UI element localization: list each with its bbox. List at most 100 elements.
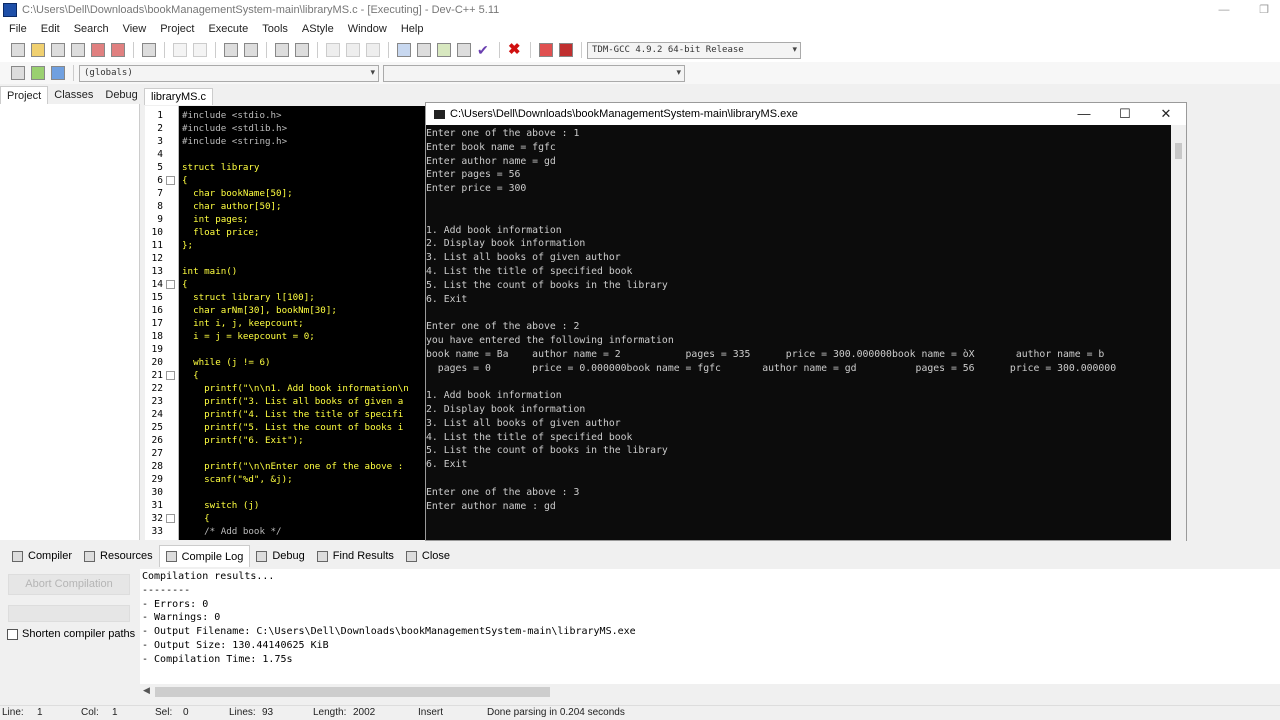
tab-find-results[interactable]: Find Results xyxy=(311,545,400,567)
menu-window[interactable]: Window xyxy=(341,23,394,35)
abort-compilation-button[interactable]: Abort Compilation xyxy=(8,574,130,595)
menu-execute[interactable]: Execute xyxy=(201,23,255,35)
undo-icon[interactable] xyxy=(173,43,187,57)
code-line[interactable]: printf("\n\n1. Add book information\n xyxy=(182,382,409,395)
fold-marker-icon[interactable] xyxy=(166,280,175,289)
code-line[interactable]: #include <string.h> xyxy=(182,135,287,148)
code-line[interactable]: char bookName[50]; xyxy=(182,187,293,200)
rebuild-all-icon[interactable] xyxy=(457,43,471,57)
run-icon[interactable] xyxy=(417,43,431,57)
maximize-icon[interactable]: ❐ xyxy=(1250,0,1278,20)
fold-marker-icon[interactable] xyxy=(166,371,175,380)
compile-log-scrollbar[interactable]: ◀ xyxy=(140,684,1280,700)
shorten-paths-option[interactable]: Shorten compiler paths xyxy=(7,628,135,640)
menu-view[interactable]: View xyxy=(116,23,154,35)
code-line[interactable]: struct library xyxy=(182,161,259,174)
line-number-gutter: 1 2 3 4 5 6 7 8 9 10 11 12 13 14 15 16 17 18 19 20 21 22 23 24 2… xyxy=(145,106,179,540)
code-line[interactable]: /* Add book */ xyxy=(182,525,281,538)
code-line[interactable]: { xyxy=(182,278,188,291)
code-line[interactable]: i = j = keepcount = 0; xyxy=(182,330,315,343)
fold-marker-icon[interactable] xyxy=(166,514,175,523)
code-line[interactable]: while (j != 6) xyxy=(182,356,270,369)
code-line[interactable]: switch (j) xyxy=(182,499,259,512)
members-select[interactable] xyxy=(383,64,685,82)
code-line[interactable]: printf("6. Exit"); xyxy=(182,434,304,447)
redo-icon[interactable] xyxy=(193,43,207,57)
code-line[interactable]: }; xyxy=(182,239,193,252)
unindent-icon[interactable] xyxy=(346,43,360,57)
open-file-icon[interactable] xyxy=(31,43,45,57)
compiler-select[interactable]: TDM-GCC 4.9.2 64-bit Release xyxy=(587,41,801,59)
check-syntax-icon[interactable]: ✔ xyxy=(477,43,491,57)
minimize-icon[interactable]: — xyxy=(1210,0,1238,20)
save-all-icon[interactable] xyxy=(71,43,85,57)
left-panel-tabs: Project Classes Debug xyxy=(0,86,140,104)
editor-file-tab[interactable]: libraryMS.c xyxy=(144,88,214,105)
menu-tools[interactable]: Tools xyxy=(255,23,295,35)
code-line[interactable]: printf("3. List all books of given a xyxy=(182,395,403,408)
insert-icon[interactable] xyxy=(11,66,25,80)
menu-file[interactable]: File xyxy=(2,23,34,35)
code-line[interactable]: int i, j, keepcount; xyxy=(182,317,304,330)
code-line[interactable]: float price; xyxy=(182,226,259,239)
code-line[interactable]: char arNm[30], bookNm[30]; xyxy=(182,304,337,317)
delete-profile-icon[interactable] xyxy=(559,43,573,57)
console-line: you have entered the following informati… xyxy=(426,335,674,346)
code-line[interactable]: #include <stdlib.h> xyxy=(182,122,287,135)
globals-select[interactable]: (globals) xyxy=(79,64,379,82)
console-maximize-icon[interactable]: ☐ xyxy=(1105,103,1145,125)
console-line: 6. Exit xyxy=(426,459,468,471)
code-line[interactable]: { xyxy=(182,512,210,525)
tab-compile-log[interactable]: Compile Log xyxy=(158,545,251,567)
code-line[interactable]: struct library l[100]; xyxy=(182,291,315,304)
menu-edit[interactable]: Edit xyxy=(34,23,67,35)
tab-debug-bottom[interactable]: Debug xyxy=(250,545,310,567)
print-icon[interactable] xyxy=(142,43,156,57)
shorten-paths-checkbox[interactable] xyxy=(7,628,18,640)
window-title: C:\Users\Dell\Downloads\bookManagementSy… xyxy=(22,4,500,16)
code-line[interactable]: { xyxy=(182,369,199,382)
goto-function-icon[interactable] xyxy=(295,43,309,57)
indent-icon[interactable] xyxy=(326,43,340,57)
new-file-icon[interactable] xyxy=(11,43,25,57)
find-icon[interactable] xyxy=(224,43,238,57)
close-file-icon[interactable] xyxy=(91,43,105,57)
scroll-left-icon[interactable]: ◀ xyxy=(143,685,150,696)
close-all-icon[interactable] xyxy=(111,43,125,57)
toggle-comment-icon[interactable] xyxy=(366,43,380,57)
code-line[interactable]: int pages; xyxy=(182,213,248,226)
profile-icon[interactable] xyxy=(539,43,553,57)
goto-line-icon[interactable] xyxy=(275,43,289,57)
menu-project[interactable]: Project xyxy=(153,23,201,35)
tab-classes[interactable]: Classes xyxy=(48,86,99,104)
menu-astyle[interactable]: AStyle xyxy=(295,23,341,35)
code-line[interactable]: scanf("%d", &j); xyxy=(182,473,293,486)
toggle-bookmark-icon[interactable] xyxy=(31,66,45,80)
tab-resources[interactable]: Resources xyxy=(78,545,159,567)
compile-icon[interactable] xyxy=(397,43,411,57)
tab-project[interactable]: Project xyxy=(0,86,49,104)
console-minimize-icon[interactable]: — xyxy=(1064,103,1104,125)
code-line[interactable]: char author[50]; xyxy=(182,200,282,213)
code-line[interactable]: printf("5. List the count of books i xyxy=(182,421,403,434)
goto-bookmark-icon[interactable] xyxy=(51,66,65,80)
menu-search[interactable]: Search xyxy=(67,23,116,35)
replace-icon[interactable] xyxy=(244,43,258,57)
tab-compiler[interactable]: Compiler xyxy=(6,545,78,567)
fold-marker-icon[interactable] xyxy=(166,176,175,185)
code-editor[interactable]: 1 2 3 4 5 6 7 8 9 10 11 12 13 14 15 16 17 18 19 20 21 22 23 24 2… xyxy=(145,106,427,540)
code-line[interactable]: { xyxy=(182,174,188,187)
menu-help[interactable]: Help xyxy=(394,23,431,35)
stop-execution-icon[interactable]: ✖ xyxy=(508,42,522,57)
console-close-icon[interactable]: ✕ xyxy=(1146,103,1186,125)
tab-close[interactable]: Close xyxy=(400,545,456,567)
code-line[interactable]: int main() xyxy=(182,265,237,278)
save-icon[interactable] xyxy=(51,43,65,57)
console-scrollbar[interactable] xyxy=(1171,125,1186,541)
tab-debug[interactable]: Debug xyxy=(99,86,143,104)
code-line[interactable]: printf("4. List the title of specifi xyxy=(182,408,403,421)
compile-run-icon[interactable] xyxy=(437,43,451,57)
console-window[interactable]: C:\Users\Dell\Downloads\bookManagementSy… xyxy=(425,102,1187,541)
code-line[interactable]: printf("\n\nEnter one of the above : xyxy=(182,460,403,473)
code-line[interactable]: #include <stdio.h> xyxy=(182,109,282,122)
